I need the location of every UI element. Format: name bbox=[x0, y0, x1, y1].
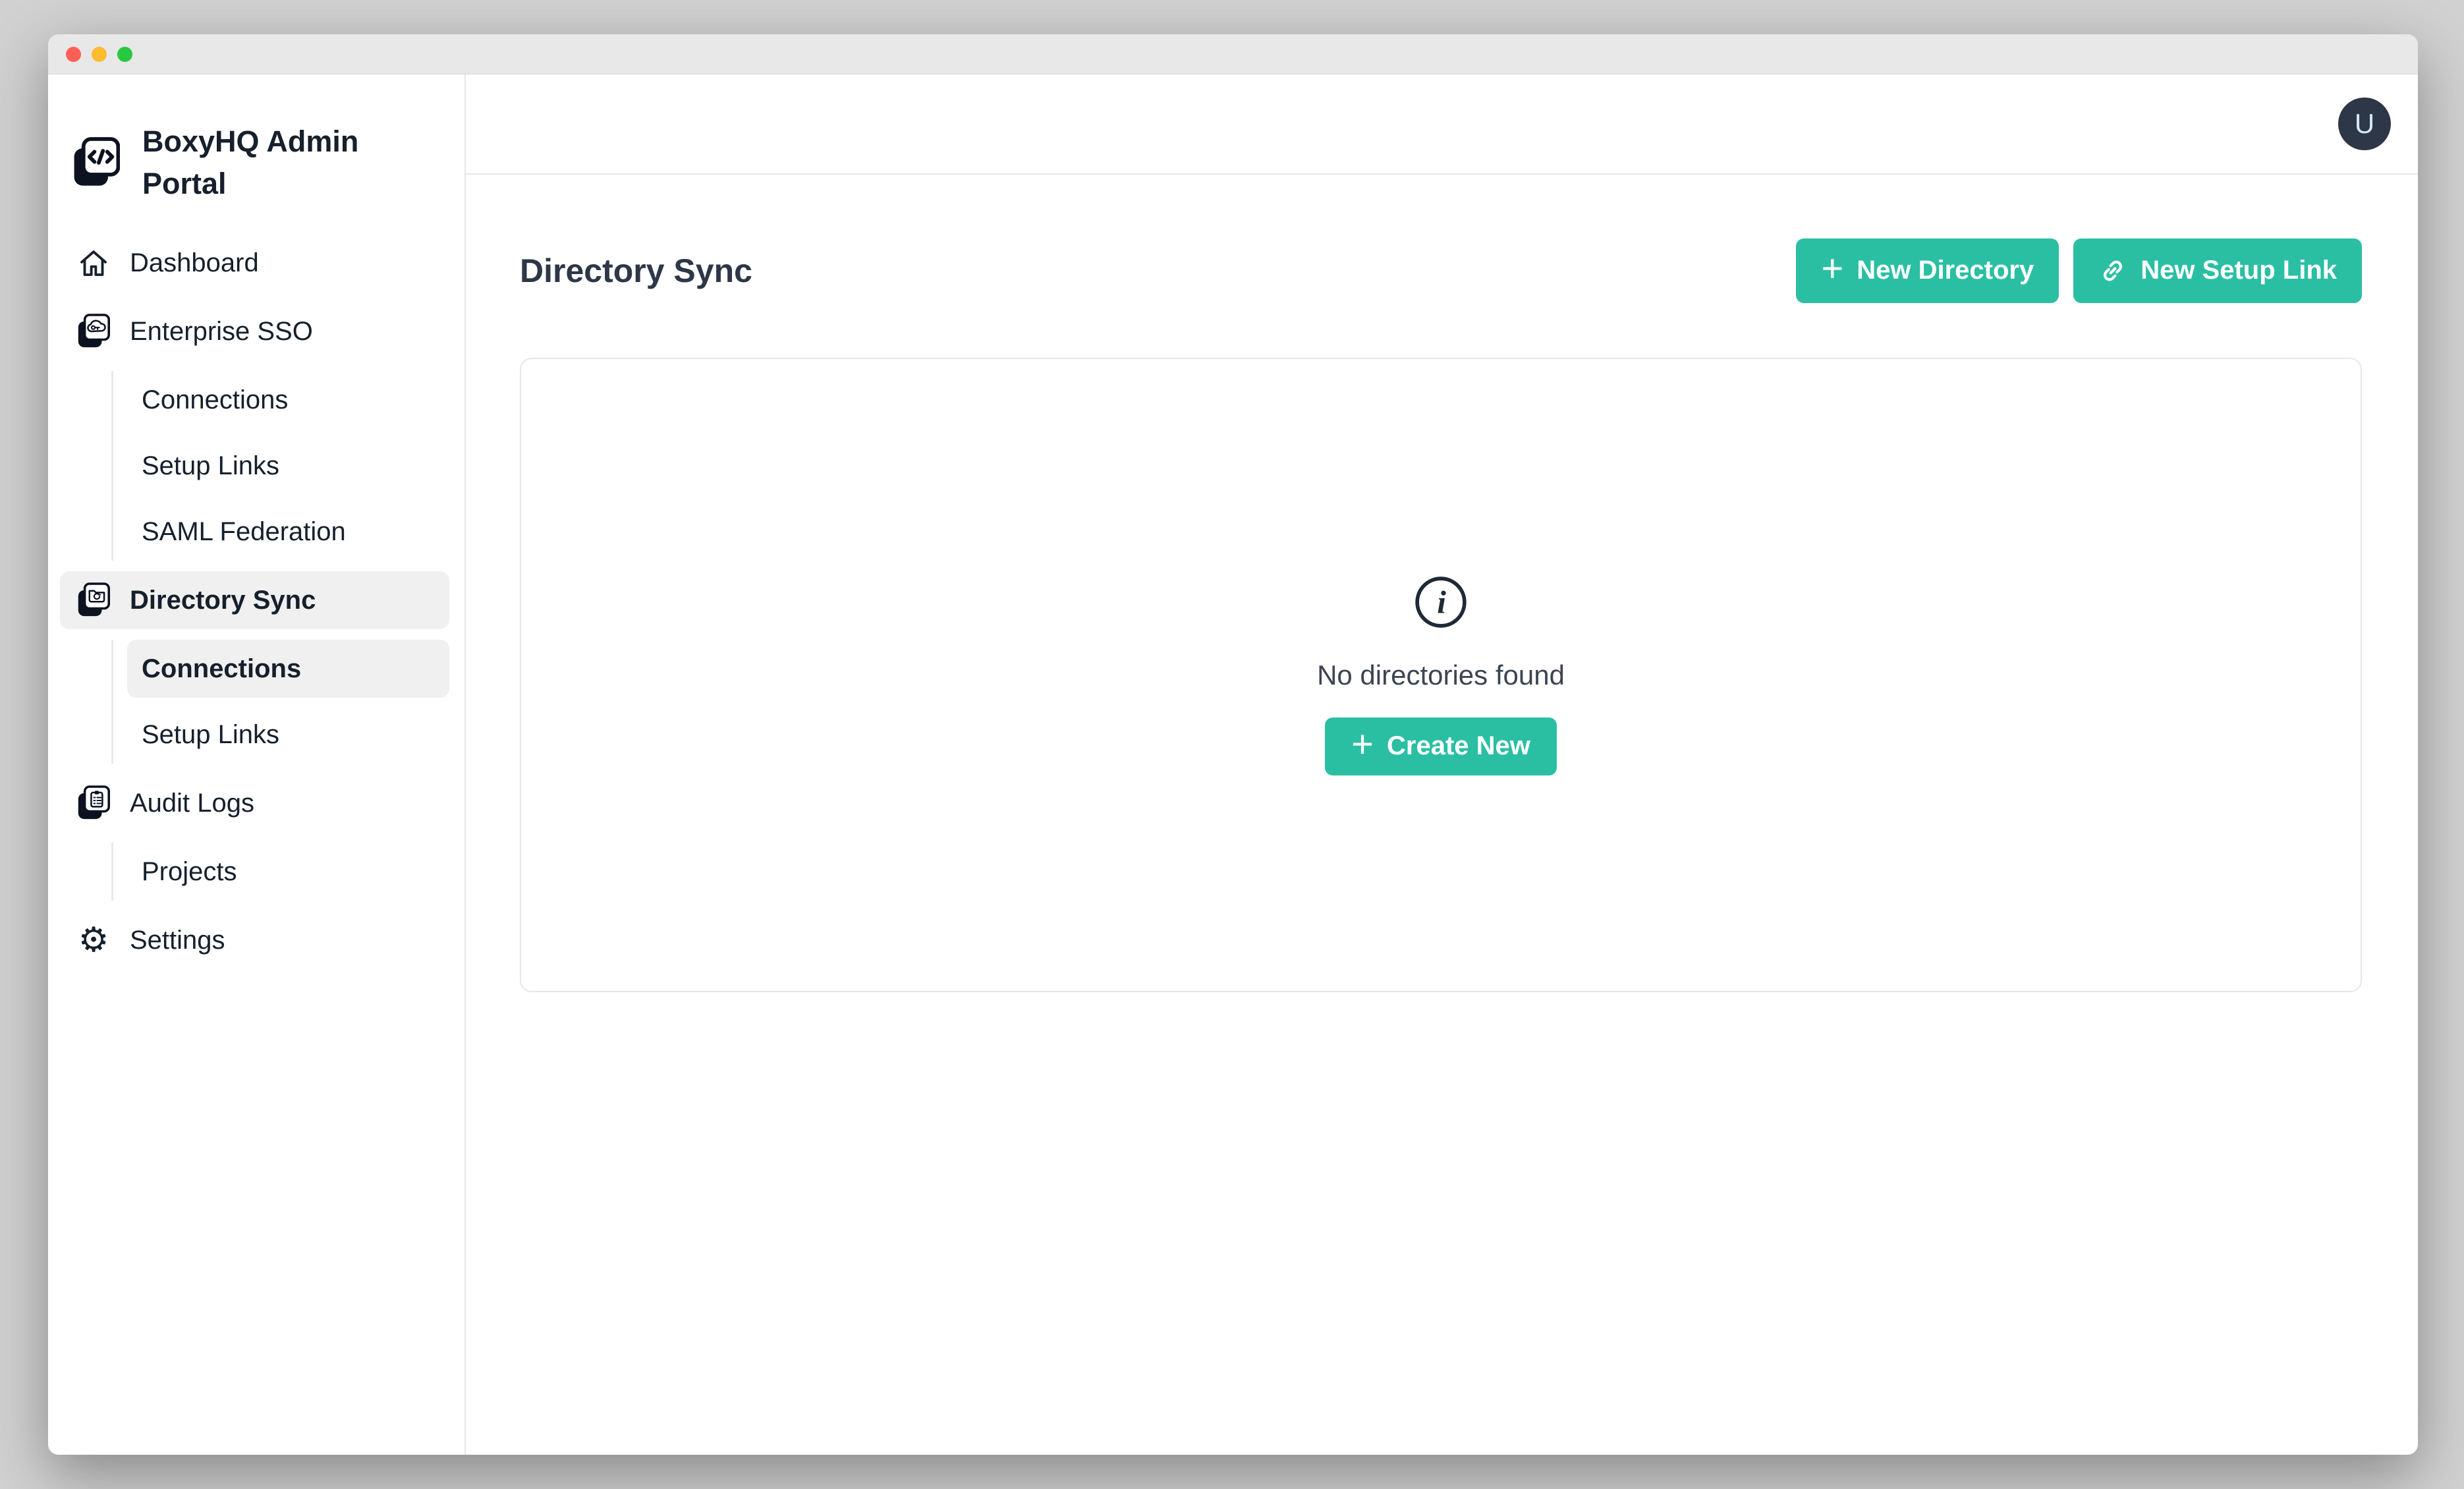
audit-clipboard-icon bbox=[74, 785, 113, 822]
app-logo[interactable]: BoxyHQ Admin Portal bbox=[72, 121, 449, 205]
sidebar-item-projects[interactable]: Projects bbox=[113, 843, 449, 901]
sidebar-item-enterprise-sso[interactable]: Enterprise SSO bbox=[60, 302, 449, 360]
minimize-button[interactable] bbox=[92, 47, 107, 62]
create-new-button[interactable]: + Create New bbox=[1325, 717, 1557, 775]
sidebar-item-label: Settings bbox=[130, 926, 225, 955]
audit-logs-submenu: Projects bbox=[111, 843, 449, 901]
home-icon bbox=[74, 245, 113, 281]
new-directory-button[interactable]: + New Directory bbox=[1796, 239, 2059, 303]
page-header: Directory Sync + New Directory bbox=[520, 229, 2362, 312]
page-content: Directory Sync + New Directory bbox=[466, 175, 2418, 992]
zoom-button[interactable] bbox=[117, 47, 132, 62]
sidebar-item-directory-sync[interactable]: Directory Sync bbox=[60, 571, 449, 629]
close-button[interactable] bbox=[66, 47, 81, 62]
sidebar-item-sso-setup-links[interactable]: Setup Links bbox=[113, 437, 449, 495]
gear-icon: ⚙ bbox=[74, 923, 113, 957]
window-titlebar bbox=[48, 34, 2418, 74]
avatar-initial: U bbox=[2355, 108, 2374, 140]
enterprise-sso-submenu: Connections Setup Links SAML Federation bbox=[111, 371, 449, 561]
sidebar-item-label: Audit Logs bbox=[130, 789, 254, 818]
sidebar-item-dsync-setup-links[interactable]: Setup Links bbox=[113, 706, 449, 764]
new-setup-link-button[interactable]: New Setup Link bbox=[2073, 239, 2362, 303]
app-window: BoxyHQ Admin Portal Dashboard bbox=[48, 34, 2418, 1455]
directory-sync-submenu: Connections Setup Links bbox=[111, 640, 449, 764]
page-actions: + New Directory bbox=[1796, 239, 2362, 303]
window-body: BoxyHQ Admin Portal Dashboard bbox=[48, 74, 2418, 1455]
sidebar-item-sso-connections[interactable]: Connections bbox=[113, 371, 449, 429]
directory-folder-sync-icon bbox=[74, 582, 113, 619]
app-title: BoxyHQ Admin Portal bbox=[142, 121, 373, 205]
sidebar-item-settings[interactable]: ⚙ Settings bbox=[60, 911, 449, 969]
sidebar-item-audit-logs[interactable]: Audit Logs bbox=[60, 774, 449, 832]
svg-text:i: i bbox=[1437, 584, 1446, 620]
top-header: U bbox=[466, 74, 2418, 175]
sidebar-item-dashboard[interactable]: Dashboard bbox=[60, 234, 449, 292]
main-area: U Directory Sync + New Directory bbox=[466, 74, 2418, 1455]
sidebar-item-label: Enterprise SSO bbox=[130, 317, 313, 347]
sidebar-item-label: Directory Sync bbox=[130, 586, 316, 615]
sso-cloud-key-icon bbox=[74, 313, 113, 350]
user-avatar[interactable]: U bbox=[2338, 98, 2391, 150]
info-icon: i bbox=[1414, 575, 1468, 629]
sidebar-item-saml-federation[interactable]: SAML Federation bbox=[113, 503, 449, 561]
boxyhq-logo-icon bbox=[72, 135, 120, 190]
directories-empty-card: i No directories found + Create New bbox=[520, 358, 2362, 992]
sidebar-item-dsync-connections[interactable]: Connections bbox=[127, 640, 449, 698]
empty-state-message: No directories found bbox=[1317, 660, 1565, 691]
sidebar-menu: Dashboard Enterprise SSO bbox=[60, 234, 449, 969]
sidebar-item-label: Dashboard bbox=[130, 248, 259, 278]
sidebar: BoxyHQ Admin Portal Dashboard bbox=[48, 74, 466, 1455]
link-icon bbox=[2098, 256, 2127, 285]
page-title: Directory Sync bbox=[520, 252, 752, 290]
desktop: BoxyHQ Admin Portal Dashboard bbox=[0, 0, 2464, 1489]
